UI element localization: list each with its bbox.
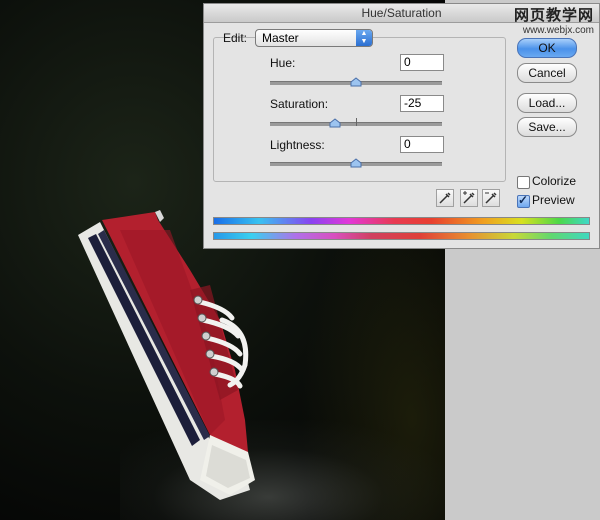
- lightness-label: Lightness:: [270, 138, 325, 152]
- watermark-title: 网页教学网: [513, 7, 594, 24]
- load-button[interactable]: Load...: [517, 93, 577, 113]
- hue-label: Hue:: [270, 56, 296, 70]
- eyedropper-plus-icon[interactable]: [460, 189, 478, 207]
- output-hue-spectrum: [213, 232, 590, 240]
- watermark-url: www.webjx.com: [522, 25, 594, 36]
- edit-select[interactable]: Master ▲ ▼: [255, 29, 373, 47]
- ok-button[interactable]: OK: [517, 38, 577, 58]
- saturation-center-tick: [356, 118, 357, 126]
- hue-input[interactable]: 0: [400, 54, 444, 71]
- edit-label: Edit:: [223, 31, 248, 45]
- input-hue-spectrum: [213, 217, 590, 225]
- eyedropper-minus-icon[interactable]: [482, 189, 500, 207]
- saturation-label: Saturation:: [270, 97, 329, 111]
- preview-checkbox[interactable]: [517, 193, 530, 208]
- select-arrows-icon: ▲ ▼: [356, 30, 372, 46]
- workspace-background: [445, 250, 600, 520]
- hue-saturation-dialog: Hue/Saturation Edit: Master ▲ ▼ Hue: 0 Sa…: [203, 3, 600, 249]
- preview-label: Preview: [532, 193, 575, 207]
- colorize-label: Colorize: [532, 174, 577, 188]
- eyedropper-icon[interactable]: [436, 189, 454, 207]
- colorize-checkbox[interactable]: [517, 176, 530, 189]
- saturation-input[interactable]: -25: [400, 95, 444, 112]
- cancel-button[interactable]: Cancel: [517, 63, 577, 83]
- watermark: 网页教学网 www.webjx.com: [514, 4, 594, 36]
- save-button[interactable]: Save...: [517, 117, 577, 137]
- lightness-input[interactable]: 0: [400, 136, 444, 153]
- edit-select-value: Master: [262, 31, 299, 45]
